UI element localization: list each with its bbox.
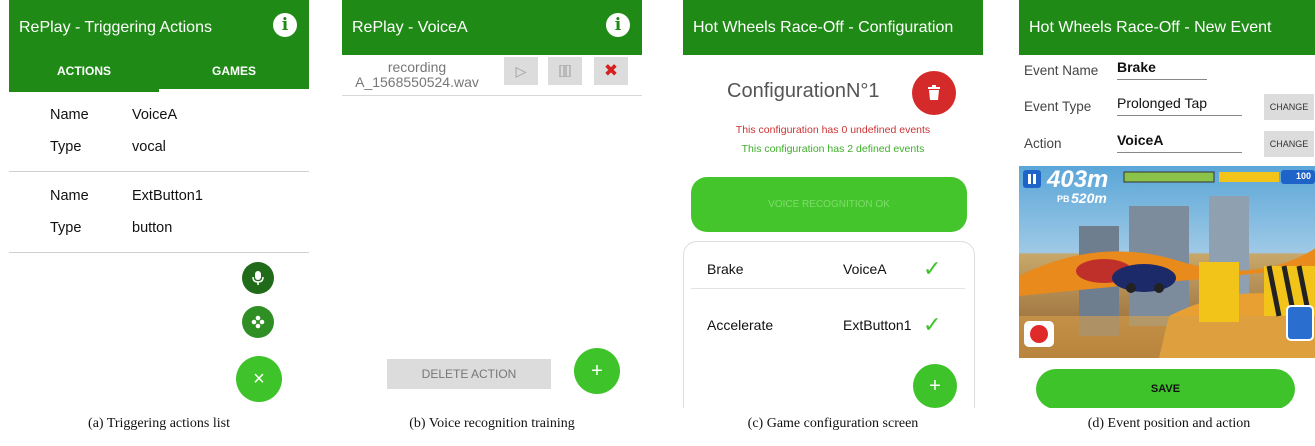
recording-filename: A_1568550524.wav (355, 74, 479, 90)
event-name: Brake (707, 261, 744, 277)
voice-recognition-status-button[interactable]: VOICE RECOGNITION OK (691, 177, 967, 232)
action-type: button (132, 220, 173, 236)
play-button[interactable]: ▷ (504, 57, 538, 85)
event-type-value: Prolonged Tap (1117, 95, 1242, 116)
add-event-button[interactable]: + (913, 364, 957, 408)
app-title: RePlay - VoiceA (352, 18, 468, 36)
divider (342, 95, 642, 96)
close-menu-button[interactable]: × (236, 356, 282, 402)
pause-button[interactable] (548, 57, 582, 85)
tab-bar: ACTIONS GAMES (9, 55, 309, 92)
action-item[interactable]: Name ExtButton1 Type button (9, 180, 309, 244)
event-name-input[interactable]: Brake (1117, 59, 1207, 80)
save-button[interactable]: SAVE (1036, 369, 1295, 408)
event-action: ExtButton1 (843, 317, 912, 333)
action-value: VoiceA (1117, 132, 1242, 153)
tab-games[interactable]: GAMES (159, 55, 309, 92)
action-label: Action (1024, 136, 1062, 151)
change-action-button[interactable]: CHANGE (1264, 131, 1314, 157)
app-title: Hot Wheels Race-Off - New Event (1029, 18, 1272, 36)
event-row[interactable]: Accelerate ExtButton1 ✓ (691, 304, 965, 344)
configuration-name: ConfigurationN°1 (727, 80, 880, 102)
caption-d: (d) Event position and action (1087, 416, 1251, 431)
caption-c: (c) Game configuration screen (747, 416, 919, 431)
best-label: PB (1057, 194, 1070, 204)
tab-actions[interactable]: ACTIONS (9, 55, 159, 92)
game-screenshot[interactable]: 403m PB 520m 100 (1019, 166, 1315, 358)
play-icon: ▷ (515, 63, 527, 79)
undefined-events-message: This configuration has 0 undefined event… (735, 124, 931, 136)
pause-icon (559, 64, 571, 78)
delete-icon: ✖ (603, 61, 619, 80)
event-name-label: Event Name (1024, 63, 1099, 78)
delete-action-button[interactable]: DELETE ACTION (387, 359, 551, 389)
gamepad-icon (251, 315, 265, 329)
name-label: Name (50, 107, 89, 123)
action-name: VoiceA (132, 107, 178, 123)
recording-label: recording (387, 59, 447, 75)
caption-a: (a) Triggering actions list (88, 416, 230, 431)
defined-events-message: This configuration has 2 defined events (741, 143, 925, 155)
app-title: Hot Wheels Race-Off - Configuration (693, 18, 954, 36)
type-label: Type (50, 220, 82, 236)
caption-b: (b) Voice recognition training (409, 416, 575, 431)
coin-count: 100 (1296, 171, 1312, 181)
app-bar: Hot Wheels Race-Off - Configuration (683, 0, 983, 55)
app-bar: RePlay - Triggering Actions i (9, 0, 309, 55)
delete-recording-button[interactable]: ✖ (594, 57, 628, 85)
check-icon: ✓ (923, 312, 942, 337)
info-icon[interactable]: i (273, 13, 297, 37)
event-type-label: Event Type (1024, 99, 1092, 114)
microphone-icon (252, 271, 264, 285)
name-label: Name (50, 188, 89, 204)
panel-new-event: Hot Wheels Race-Off - New Event Event Na… (1019, 0, 1315, 408)
action-field: Action VoiceA CHANGE (1019, 128, 1315, 164)
check-icon: ✓ (923, 256, 942, 281)
event-name-field: Event Name Brake (1019, 55, 1315, 91)
change-event-type-button[interactable]: CHANGE (1264, 94, 1314, 120)
event-type-field: Event Type Prolonged Tap CHANGE (1019, 91, 1315, 127)
type-label: Type (50, 139, 82, 155)
event-action: VoiceA (843, 261, 887, 277)
panel-voice-training: RePlay - VoiceA i recording A_1568550524… (342, 0, 642, 408)
action-name: ExtButton1 (132, 188, 203, 204)
delete-configuration-button[interactable] (912, 71, 956, 115)
add-button-action-button[interactable] (242, 306, 274, 338)
info-icon[interactable]: i (606, 13, 630, 37)
panel-game-configuration: Hot Wheels Race-Off - Configuration Conf… (683, 0, 983, 408)
add-recording-button[interactable]: + (574, 348, 620, 394)
action-item[interactable]: Name VoiceA Type vocal (9, 99, 309, 163)
app-title: RePlay - Triggering Actions (19, 18, 212, 36)
action-type: vocal (132, 139, 166, 155)
add-vocal-action-button[interactable] (242, 262, 274, 294)
recording-item[interactable]: recording A_1568550524.wav (342, 60, 492, 90)
event-name: Accelerate (707, 317, 774, 333)
plus-icon: + (591, 359, 603, 382)
close-icon: × (253, 367, 265, 390)
best-distance: 520m (1071, 190, 1107, 206)
app-bar: Hot Wheels Race-Off - New Event (1019, 0, 1315, 55)
panel-triggering-actions: RePlay - Triggering Actions i ACTIONS GA… (9, 0, 309, 408)
plus-icon: + (929, 374, 941, 397)
event-row[interactable]: Brake VoiceA ✓ (691, 248, 965, 289)
app-bar: RePlay - VoiceA i (342, 0, 642, 55)
trash-icon (928, 85, 940, 100)
divider (9, 252, 309, 253)
